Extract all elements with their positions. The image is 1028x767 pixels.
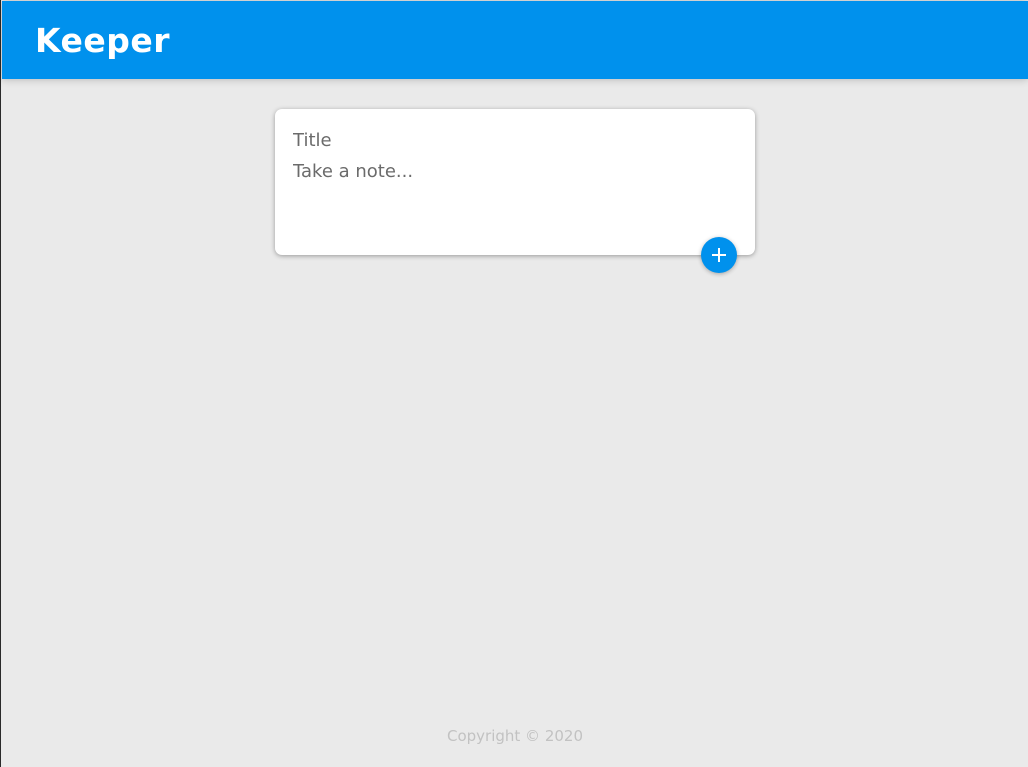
app-footer: Copyright © 2020 — [1, 724, 1028, 748]
create-note-form — [275, 109, 755, 255]
note-content-input[interactable] — [293, 159, 733, 239]
note-title-input[interactable] — [293, 125, 733, 155]
app-root: Keeper Copyright © 2020 — [0, 0, 1028, 767]
add-note-button[interactable] — [701, 237, 737, 273]
app-title: Keeper — [35, 21, 171, 60]
copyright-text: Copyright © 2020 — [446, 727, 583, 745]
app-header: Keeper — [2, 1, 1028, 79]
plus-icon — [712, 248, 726, 262]
